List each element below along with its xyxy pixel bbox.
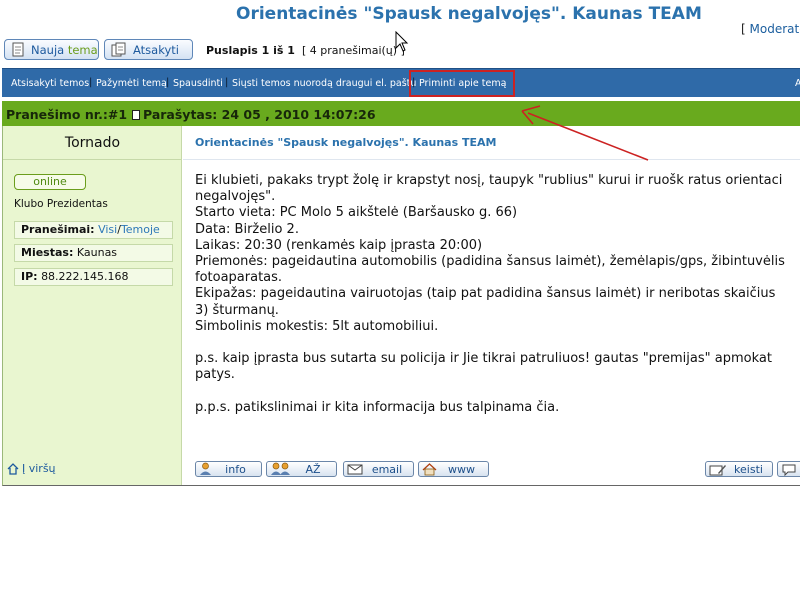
annotation-arrow <box>521 105 649 161</box>
